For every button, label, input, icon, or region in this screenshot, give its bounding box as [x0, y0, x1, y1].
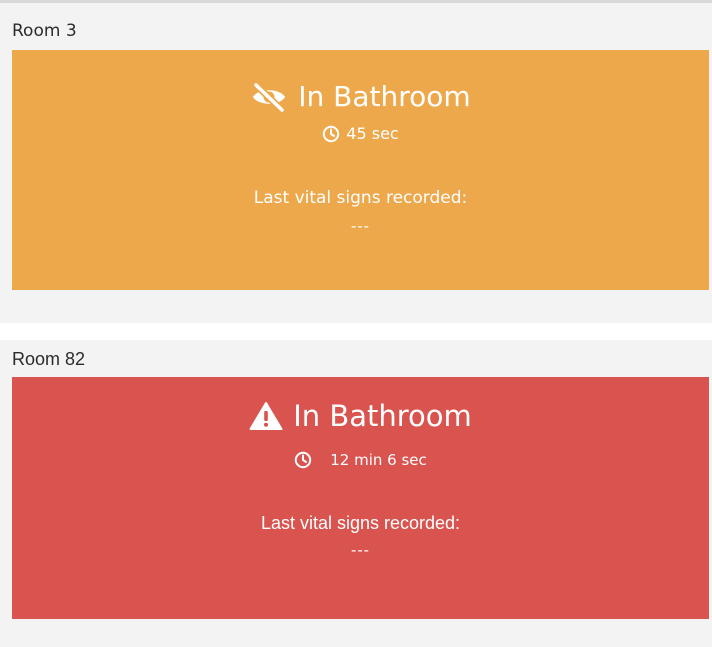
clock-icon: [322, 125, 340, 143]
vitals-label: Last vital signs recorded:: [253, 188, 468, 208]
timer-line: 45 sec: [12, 124, 709, 143]
vitals-value: ---: [351, 542, 370, 559]
room-card: Room 82 In Bathroom 12 min 6 sec Last vi…: [0, 340, 712, 647]
status-line: In Bathroom: [12, 80, 709, 113]
duration-text: 12 min 6 sec: [330, 451, 427, 469]
clock-icon: [294, 451, 312, 469]
room-label: Room 3: [12, 21, 77, 41]
eye-slash-icon: [250, 81, 288, 112]
status-line: In Bathroom: [12, 399, 709, 433]
status-text: In Bathroom: [298, 80, 471, 113]
timer-line: 12 min 6 sec: [12, 451, 709, 469]
status-text: In Bathroom: [293, 399, 472, 433]
vitals-value: ---: [351, 218, 370, 235]
room-card: Room 3 In Bathroom 45 sec Last vital sig…: [0, 0, 712, 323]
duration-text: 45 sec: [346, 124, 399, 143]
status-panel[interactable]: In Bathroom 12 min 6 sec Last vital sign…: [12, 377, 709, 619]
warning-triangle-icon: [249, 401, 283, 431]
room-label: Room 82: [12, 349, 86, 369]
vitals-label: Last vital signs recorded:: [260, 513, 461, 533]
status-panel[interactable]: In Bathroom 45 sec Last vital signs reco…: [12, 50, 709, 290]
